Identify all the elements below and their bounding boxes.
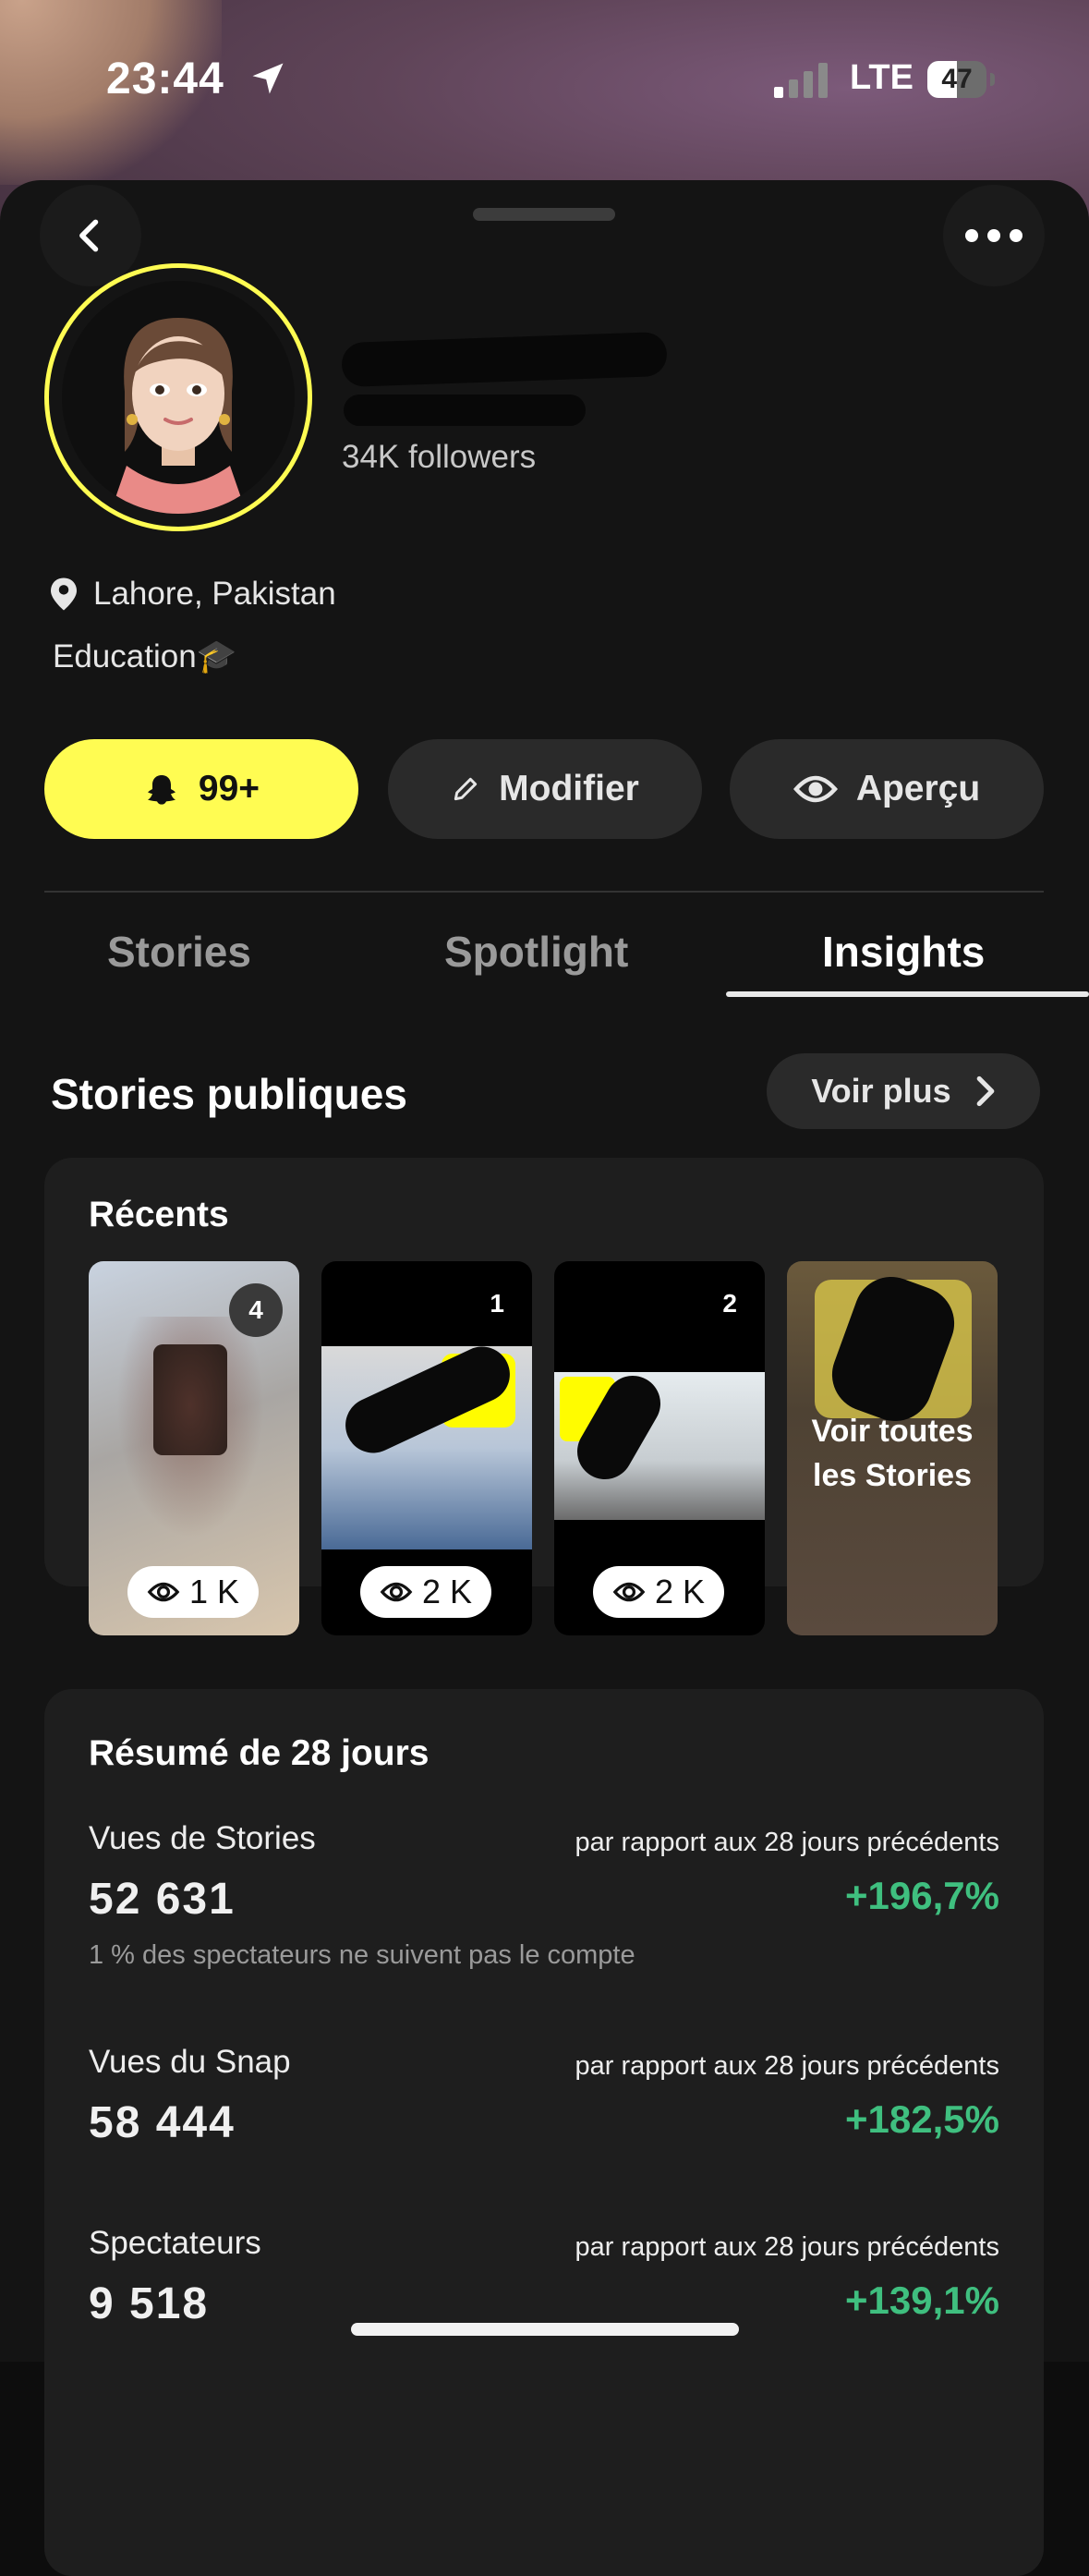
battery-icon: 47: [927, 61, 996, 98]
active-tab-indicator: [726, 991, 1089, 997]
more-options-button[interactable]: [943, 185, 1045, 286]
preview-label: Aperçu: [855, 769, 981, 808]
location-text: Lahore, Pakistan: [93, 576, 336, 612]
metric-story-views-note: 1 % des spectateurs ne suivent pas le co…: [89, 1940, 635, 1970]
more-dots-icon: [965, 229, 1022, 242]
story-views: 2 K: [654, 1573, 706, 1610]
metric-snap-views-compare: par rapport aux 28 jours précédents: [575, 2051, 999, 2081]
category-text: Education: [53, 638, 197, 674]
see-more-label: Voir plus: [811, 1072, 951, 1110]
see-more-button[interactable]: Voir plus: [767, 1053, 1040, 1129]
battery-level: 47: [941, 64, 973, 94]
recent-label: Récents: [89, 1195, 229, 1234]
tab-stories[interactable]: Stories: [107, 927, 251, 977]
location-row: Lahore, Pakistan: [51, 576, 336, 613]
story-badge: 2: [722, 1289, 737, 1318]
summary-card: Résumé de 28 jours Vues de Stories par r…: [44, 1689, 1044, 2576]
location-pin-icon: [51, 577, 77, 611]
summary-title: Résumé de 28 jours: [89, 1733, 430, 1773]
followers-count[interactable]: 34K followers: [342, 439, 536, 476]
metric-snap-views-label: Vues du Snap: [89, 2044, 291, 2080]
location-arrow-icon: [252, 63, 284, 94]
metric-story-views-value: 52 631: [89, 1875, 236, 1924]
profile-sheet: 34K followers Lahore, Pakistan Education…: [0, 180, 1089, 2576]
edit-label: Modifier: [499, 769, 639, 808]
chevron-right-icon: [976, 1075, 995, 1107]
metric-viewers-label: Spectateurs: [89, 2225, 261, 2261]
sheet-grabber[interactable]: [473, 208, 615, 221]
metric-story-views-compare: par rapport aux 28 jours précédents: [575, 1828, 999, 1857]
signal-icon: [774, 63, 828, 98]
metric-viewers-change: +139,1%: [845, 2278, 999, 2322]
story-views-pill: 1 K: [127, 1566, 259, 1618]
thumbnail-figure-shade: [116, 1317, 264, 1538]
avatar: [62, 281, 295, 514]
public-stories-title: Stories publiques: [51, 1070, 407, 1118]
avatar-story-ring[interactable]: [44, 263, 312, 531]
story-thumbnail-1[interactable]: 4 1 K: [89, 1261, 299, 1635]
status-time: 23:44: [106, 55, 224, 103]
story-views: 1 K: [188, 1573, 240, 1610]
recent-stories-card: Récents 4 1 K 1 2 K 2 2 K Voir toutes le…: [44, 1158, 1044, 1635]
story-views-pill: 2 K: [360, 1566, 491, 1618]
bitmoji-avatar-icon: [110, 318, 247, 514]
eye-icon: [793, 775, 838, 803]
story-thumbnail-2[interactable]: 1 2 K: [321, 1261, 532, 1635]
eye-icon: [147, 1582, 180, 1602]
metric-snap-views-change: +182,5%: [845, 2097, 999, 2141]
divider: [44, 891, 1044, 893]
profile-category: Education🎓: [53, 638, 236, 675]
see-all-stories-tile[interactable]: Voir toutes les Stories: [787, 1261, 998, 1635]
story-views: 2 K: [421, 1573, 473, 1610]
snap-ghost-bell-icon: [147, 775, 175, 805]
pencil-icon: [454, 777, 478, 801]
metric-snap-views-value: 58 444: [89, 2098, 236, 2147]
tab-spotlight[interactable]: Spotlight: [444, 927, 628, 977]
network-type: LTE: [850, 58, 914, 97]
notifications-button[interactable]: 99+: [44, 739, 358, 839]
see-all-stories-text: Voir toutes les Stories: [811, 1414, 974, 1493]
redacted-display-name: [341, 331, 668, 388]
eye-icon: [612, 1582, 646, 1602]
story-badge: 1: [490, 1289, 504, 1318]
eye-icon: [380, 1582, 413, 1602]
redacted-username: [344, 395, 586, 426]
status-bar: 23:44 LTE 47: [0, 0, 1089, 157]
story-badge: 4: [229, 1283, 283, 1337]
metric-story-views-label: Vues de Stories: [89, 1820, 316, 1856]
graduation-cap-icon: 🎓: [196, 638, 237, 674]
preview-button[interactable]: Aperçu: [730, 739, 1044, 839]
chevron-left-icon: [79, 219, 99, 252]
back-button[interactable]: [40, 185, 141, 286]
notifications-count: 99+: [198, 769, 260, 808]
home-indicator[interactable]: [351, 2323, 739, 2336]
story-views-pill: 2 K: [593, 1566, 724, 1618]
edit-profile-button[interactable]: Modifier: [388, 739, 702, 839]
metric-viewers-value: 9 518: [89, 2279, 210, 2328]
metric-viewers-compare: par rapport aux 28 jours précédents: [575, 2232, 999, 2262]
story-thumbnail-3[interactable]: 2 2 K: [554, 1261, 765, 1635]
metric-story-views-change: +196,7%: [845, 1874, 999, 1917]
tab-insights[interactable]: Insights: [822, 927, 985, 977]
